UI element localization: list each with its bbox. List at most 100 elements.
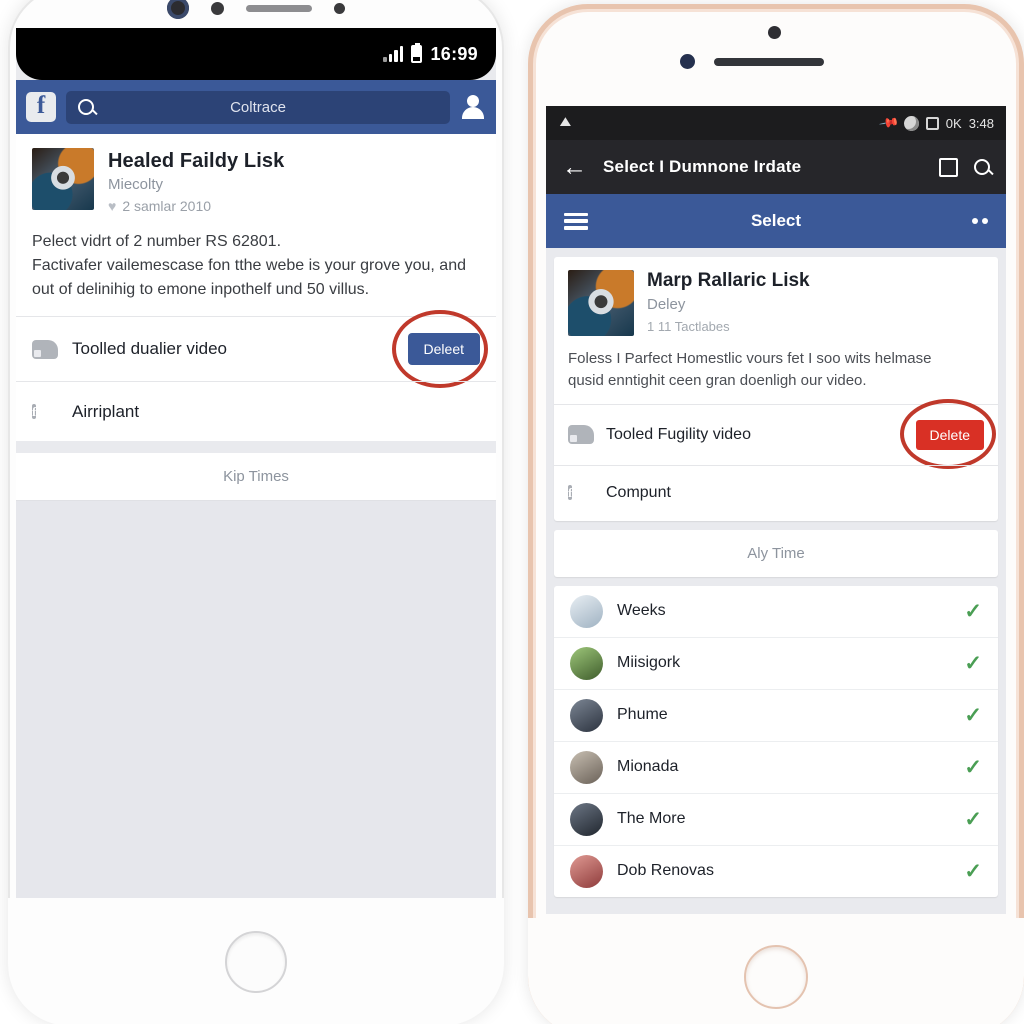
right-app-bar-title: Select <box>750 211 802 230</box>
list-item[interactable]: Miisigork ✓ <box>554 636 998 689</box>
list-item[interactable]: f Airriplant <box>16 381 496 441</box>
contacts-list: Weeks ✓ Miisigork ✓ Phume ✓ Mionada ✓ Th… <box>554 585 998 897</box>
avatar <box>570 646 603 680</box>
left-post-identity: Healed Faildy Lisk Miecolty ♥ 2 samlar 2… <box>108 148 284 214</box>
tab-square-icon[interactable] <box>939 157 958 177</box>
avatar <box>570 750 603 784</box>
wifi-icon <box>558 116 577 130</box>
facebook-logo-icon[interactable]: f <box>26 92 56 122</box>
list-item[interactable]: Tooled Fugility video Delete <box>554 398 998 469</box>
list-item[interactable]: The More ✓ <box>554 792 998 845</box>
right-post-card: Marp Rallaric Lisk Deley 1 11 Tactlabes … <box>554 257 998 521</box>
check-icon[interactable]: ✓ <box>964 809 982 830</box>
check-icon[interactable]: ✓ <box>964 861 982 882</box>
right-status-bar: 📌 0K 3:48 <box>546 106 1006 140</box>
contact-name: Dob Renovas <box>617 862 714 879</box>
left-phone-bottom-bezel <box>8 898 504 1024</box>
left-phone-device: 16:99 f Coltrace Healed Faildy Lisk Miec… <box>8 0 504 1024</box>
left-post-body: Pelect vidrt of 2 number RS 62801. Facti… <box>16 220 496 316</box>
right-status-indicators: 📌 0K 3:48 <box>878 112 994 134</box>
contact-name: Phume <box>617 706 668 723</box>
ambient-sensor-icon <box>334 2 345 14</box>
earpiece-speaker-icon <box>246 4 312 12</box>
page-title: Marp Rallaric Lisk <box>647 270 810 291</box>
right-phone-bottom-bezel <box>528 918 1024 1024</box>
pin-icon: 📌 <box>878 111 900 134</box>
left-post-meta-text: 2 samlar 2010 <box>122 198 212 214</box>
avatar <box>570 854 603 888</box>
avatar <box>570 698 603 732</box>
more-dots-icon[interactable] <box>972 218 988 224</box>
left-post-header: Healed Faildy Lisk Miecolty ♥ 2 samlar 2… <box>16 134 496 220</box>
left-footer-label[interactable]: Kip Times <box>16 453 496 501</box>
square-icon <box>925 116 939 130</box>
search-icon[interactable] <box>974 159 990 175</box>
contact-name: Miisigork <box>617 654 681 671</box>
home-button[interactable] <box>744 945 808 1009</box>
right-status-time: 3:48 <box>968 115 994 131</box>
front-camera-icon <box>768 26 781 39</box>
check-icon[interactable]: ✓ <box>964 705 982 726</box>
left-post-meta: ♥ 2 samlar 2010 <box>108 198 284 214</box>
search-input[interactable]: Coltrace <box>66 90 450 124</box>
globe-icon <box>903 115 919 131</box>
right-post-subtitle: Deley <box>647 296 686 313</box>
proximity-sensor-icon <box>211 1 224 15</box>
left-status-bar: 16:99 <box>16 28 496 80</box>
list-item[interactable]: Toolled dualier video Deleet <box>16 310 496 388</box>
list-item[interactable]: f Compunt <box>554 464 998 521</box>
contact-name: Weeks <box>617 602 666 619</box>
breadcrumb: Select I Dumnone Irdate <box>603 157 802 176</box>
post-thumbnail-image <box>32 148 94 210</box>
list-item-label: Compunt <box>606 484 671 501</box>
check-icon[interactable]: ✓ <box>964 653 982 674</box>
list-item[interactable]: Phume ✓ <box>554 688 998 741</box>
list-item-label: Airriplant <box>72 401 140 421</box>
annotation-circle <box>392 310 488 388</box>
left-feed-content: Healed Faildy Lisk Miecolty ♥ 2 samlar 2… <box>16 134 496 898</box>
right-section-label[interactable]: Aly Time <box>554 529 998 577</box>
post-thumbnail-image <box>568 270 634 336</box>
front-camera-icon <box>167 0 189 19</box>
profile-avatar-icon[interactable] <box>460 94 486 120</box>
video-camera-icon <box>32 339 58 359</box>
check-icon[interactable]: ✓ <box>964 757 982 778</box>
file-badge-icon: f <box>32 403 37 419</box>
left-post-body-line3: out of delinihig to emone inpothelf und … <box>32 281 370 298</box>
annotation-circle <box>900 398 996 469</box>
heart-icon: ♥ <box>108 198 117 214</box>
left-post-subtitle: Miecolty <box>108 176 164 193</box>
right-post-header: Marp Rallaric Lisk Deley 1 11 Tactlabes <box>554 257 998 340</box>
right-post-meta-text: 1 11 Tactlabes <box>647 319 730 334</box>
right-navigation-bar: ← Select I Dumnone Irdate <box>546 140 1006 194</box>
home-button[interactable] <box>225 931 287 993</box>
avatar <box>570 802 603 836</box>
right-post-identity: Marp Rallaric Lisk Deley 1 11 Tactlabes <box>647 270 810 336</box>
right-post-body: Foless I Parfect Homestlic vours fet I s… <box>554 340 998 404</box>
right-status-data: 0K <box>945 115 962 131</box>
list-item-label: Tooled Fugility video <box>606 425 751 443</box>
search-input-value: Coltrace <box>230 98 286 116</box>
left-phone-screen: 16:99 f Coltrace Healed Faildy Lisk Miec… <box>16 28 496 898</box>
contact-name: The More <box>617 810 686 827</box>
avatar <box>570 594 603 628</box>
screenshot-stage: 16:99 f Coltrace Healed Faildy Lisk Miec… <box>0 0 1024 1024</box>
left-empty-area <box>16 501 496 898</box>
list-item[interactable]: Dob Renovas ✓ <box>554 844 998 897</box>
check-icon[interactable]: ✓ <box>964 601 982 622</box>
earpiece-speaker-icon <box>714 58 824 66</box>
list-item[interactable]: Mionada ✓ <box>554 740 998 793</box>
list-item-label: Toolled dualier video <box>72 339 227 358</box>
file-badge-icon: f <box>568 485 573 500</box>
video-camera-icon <box>568 425 594 444</box>
proximity-sensor-icon <box>680 54 695 69</box>
left-post-body-line2: Factivafer vailemescase fon tthe webe is… <box>32 257 466 274</box>
back-arrow-icon[interactable]: ← <box>562 154 587 180</box>
right-phone-screen: 📌 0K 3:48 ← Select I Dumnone Irdate Sele… <box>546 106 1006 914</box>
right-post-body-line2: qusid enntighit ceen gran doenligh our v… <box>568 371 867 389</box>
list-item[interactable]: Weeks ✓ <box>554 586 998 637</box>
right-phone-device: 📌 0K 3:48 ← Select I Dumnone Irdate Sele… <box>528 4 1024 1024</box>
left-app-bar: f Coltrace <box>16 80 496 134</box>
contact-name: Mionada <box>617 758 679 775</box>
right-post-body-line1: Foless I Parfect Homestlic vours fet I s… <box>568 350 932 367</box>
